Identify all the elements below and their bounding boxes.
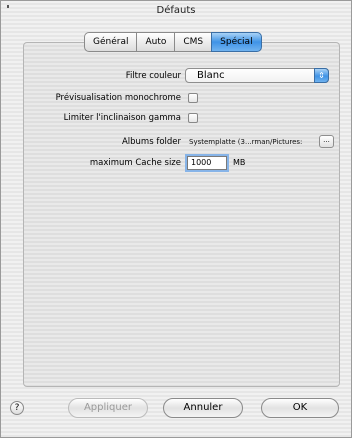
color-filter-value: Blanc: [197, 70, 225, 81]
popup-arrows-icon: ⇕: [314, 68, 329, 83]
preferences-window: Défauts Général Auto CMS Spécial Filtre …: [0, 0, 352, 438]
tab-cms[interactable]: CMS: [174, 32, 212, 52]
mono-preview-checkbox[interactable]: [188, 93, 198, 103]
cancel-button[interactable]: Annuler: [163, 398, 243, 418]
gamma-limit-label: Limiter l'inclinaison gamma: [63, 113, 181, 123]
mono-preview-label: Prévisualisation monochrome: [55, 93, 181, 103]
help-button[interactable]: ?: [10, 401, 24, 415]
tab-general[interactable]: Général: [84, 32, 137, 52]
tab-auto[interactable]: Auto: [136, 32, 175, 52]
cache-size-input[interactable]: 1000: [187, 156, 227, 170]
apply-button[interactable]: Appliquer: [68, 398, 148, 418]
tab-special[interactable]: Spécial: [211, 32, 262, 52]
help-icon: ?: [14, 403, 20, 413]
albums-folder-path: Systemplatte (3...rman/Pictures:: [189, 138, 303, 146]
color-filter-label: Filtre couleur: [125, 71, 181, 81]
gamma-limit-checkbox[interactable]: [188, 113, 198, 123]
color-filter-popup[interactable]: Blanc ⇕: [185, 68, 329, 83]
albums-folder-browse-button[interactable]: ...: [319, 135, 334, 148]
cache-size-label: maximum Cache size: [89, 158, 181, 168]
cache-size-unit: MB: [233, 158, 246, 167]
albums-folder-label: Albums folder: [121, 137, 181, 147]
tab-bar: Général Auto CMS Spécial: [84, 32, 262, 52]
window-title: Défauts: [156, 5, 196, 16]
ok-button[interactable]: OK: [261, 398, 339, 418]
